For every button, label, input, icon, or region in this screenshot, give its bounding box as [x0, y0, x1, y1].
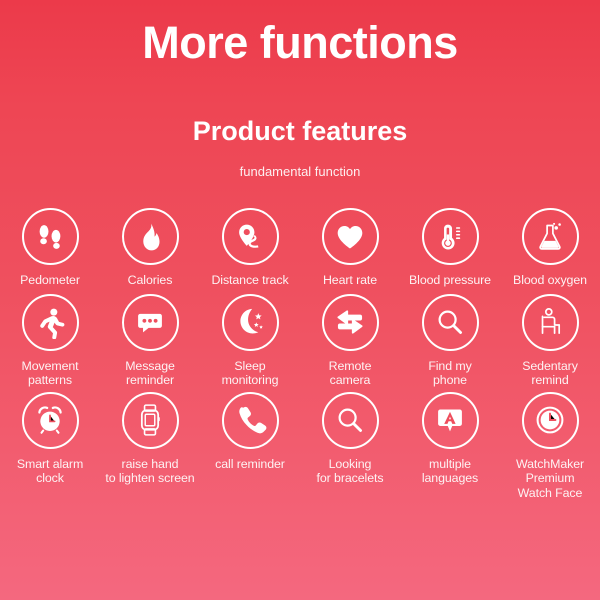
feature-item-call-reminder[interactable]: call reminder	[200, 391, 300, 472]
feature-item-raise-hand-to-lighten-screen[interactable]: raise hand to lighten screen	[100, 391, 200, 486]
feature-item-message-reminder[interactable]: Message reminder	[100, 293, 200, 388]
magnifier-icon	[321, 391, 379, 449]
feature-row: Pedometer Calories Distance track Heart …	[0, 208, 600, 288]
running-person-icon	[21, 293, 79, 351]
feature-row: Smart alarm clock raise hand to lighten …	[0, 391, 600, 501]
feature-item-multiple-languages[interactable]: multiple languages	[400, 391, 500, 486]
feature-label: WatchMaker Premium Watch Face	[515, 456, 585, 500]
feature-label: Blood pressure	[409, 273, 491, 287]
feature-label: Remote camera	[328, 358, 372, 388]
location-pin-path-icon	[221, 208, 279, 265]
feature-label: Heart rate	[322, 273, 378, 287]
feature-label: Calories	[127, 273, 173, 287]
feature-label: Sedentary remind	[522, 358, 578, 388]
feature-item-sleep-monitoring[interactable]: Sleep monitoring	[200, 293, 300, 388]
feature-label: Pedometer	[20, 273, 80, 287]
feature-label: Message reminder	[125, 358, 175, 388]
feature-label: Smart alarm clock	[16, 456, 84, 486]
feature-label: multiple languages	[421, 456, 479, 486]
feature-item-heart-rate[interactable]: Heart rate	[300, 208, 400, 288]
page-title: More functions	[142, 17, 458, 68]
feature-label: Looking for bracelets	[316, 456, 384, 486]
speech-bubble-dots-icon	[121, 293, 179, 351]
flame-icon	[121, 208, 179, 265]
footprints-icon	[21, 208, 79, 265]
feature-label: Find my phone	[428, 358, 472, 388]
language-bubble-a-icon	[421, 391, 479, 449]
magnifier-icon	[421, 293, 479, 351]
section-subtitle: fundamental function	[239, 164, 361, 179]
feature-item-watchmaker-premium-watch-face[interactable]: WatchMaker Premium Watch Face	[500, 391, 600, 501]
section-title: Product features	[192, 116, 408, 146]
feature-grid: Pedometer Calories Distance track Heart …	[0, 208, 600, 500]
thermometer-icon	[421, 208, 479, 265]
double-arrow-icon	[321, 293, 379, 351]
smartwatch-icon	[121, 391, 179, 449]
clock-face-icon	[521, 391, 579, 449]
feature-item-distance-track[interactable]: Distance track	[200, 208, 300, 288]
feature-item-blood-oxygen[interactable]: Blood oxygen	[500, 208, 600, 288]
moon-stars-icon	[221, 293, 279, 351]
feature-label: Blood oxygen	[513, 273, 587, 287]
heart-icon	[321, 208, 379, 265]
feature-item-smart-alarm-clock[interactable]: Smart alarm clock	[0, 391, 100, 486]
feature-item-blood-pressure[interactable]: Blood pressure	[400, 208, 500, 288]
alarm-clock-icon	[21, 391, 79, 449]
feature-label: Sleep monitoring	[221, 358, 279, 388]
feature-item-find-my-phone[interactable]: Find my phone	[400, 293, 500, 388]
feature-label: Distance track	[211, 273, 289, 287]
feature-item-sedentary-remind[interactable]: Sedentary remind	[500, 293, 600, 388]
product-features-page: More functions Product features fundamen…	[0, 0, 600, 600]
feature-item-movement-patterns[interactable]: Movement patterns	[0, 293, 100, 388]
feature-label: raise hand to lighten screen	[105, 456, 195, 486]
feature-label: call reminder	[215, 456, 285, 471]
feature-row: Movement patterns Message reminder Sleep…	[0, 293, 600, 388]
feature-item-pedometer[interactable]: Pedometer	[0, 208, 100, 288]
seated-person-icon	[521, 293, 579, 351]
flask-icon	[521, 208, 579, 265]
phone-handset-icon	[221, 391, 279, 449]
feature-label: Movement patterns	[21, 358, 79, 388]
feature-item-looking-for-bracelets[interactable]: Looking for bracelets	[300, 391, 400, 486]
feature-item-calories[interactable]: Calories	[100, 208, 200, 288]
header-block: More functions Product features fundamen…	[0, 0, 600, 178]
feature-item-remote-camera[interactable]: Remote camera	[300, 293, 400, 388]
